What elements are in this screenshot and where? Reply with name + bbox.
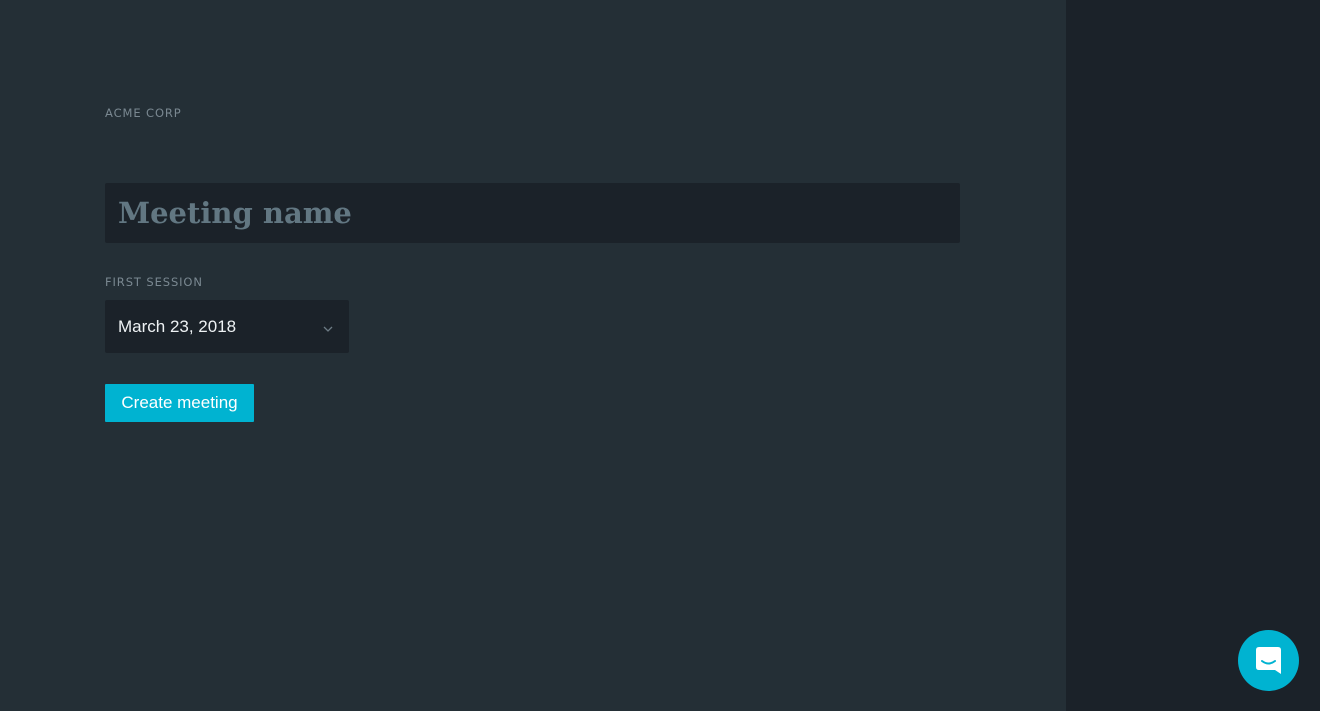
meeting-name-input[interactable] [105, 183, 960, 243]
first-session-dropdown[interactable]: March 23, 2018 [105, 300, 349, 353]
organization-name: ACME CORP [105, 106, 182, 120]
right-sidebar [1066, 0, 1320, 711]
main-panel: ACME CORP FIRST SESSION March 23, 2018 C… [0, 0, 1066, 711]
first-session-label: FIRST SESSION [105, 275, 203, 289]
first-session-value: March 23, 2018 [118, 317, 237, 336]
create-meeting-button[interactable]: Create meeting [105, 384, 254, 422]
chat-launcher-button[interactable] [1238, 630, 1299, 691]
chevron-down-icon [323, 321, 333, 332]
